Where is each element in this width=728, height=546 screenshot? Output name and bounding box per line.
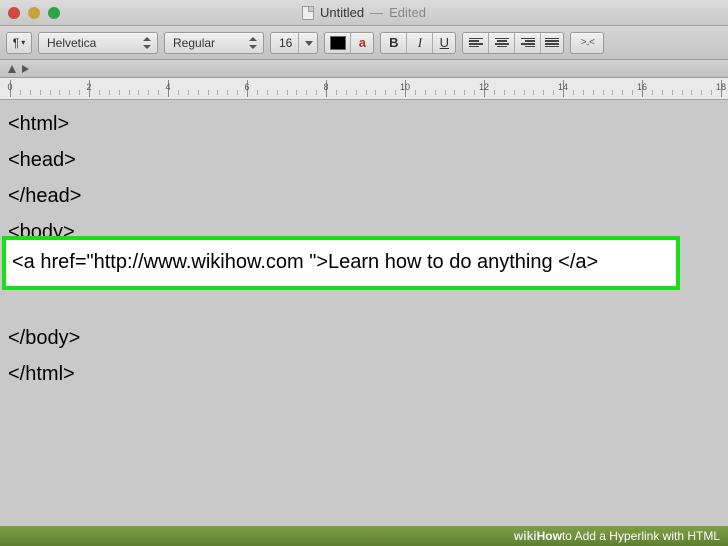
minimize-icon[interactable] [28,7,40,19]
align-right-icon [521,38,535,48]
tab-stop-row[interactable] [0,60,728,78]
highlight-color-button[interactable]: a [351,33,373,53]
align-left-button[interactable] [463,33,489,53]
ruler-label: 8 [323,82,328,92]
align-center-button[interactable] [489,33,515,53]
code-line: </html> [6,356,722,392]
color-swatch-icon [330,36,346,50]
paragraph-style-button[interactable]: ¶ ▾ [6,32,32,54]
stepper-icon [249,39,257,47]
toolbar: ¶ ▾ Helvetica Regular 16 a B I U [0,26,728,60]
text-color-icon: a [359,35,366,50]
ruler-label: 18 [716,82,726,92]
code-line: <html> [6,106,722,142]
font-size-field[interactable]: 16 [270,32,318,54]
document-status: Edited [389,5,426,20]
ruler-ticks: 0 2 4 6 8 10 12 14 16 18 [6,78,728,99]
stepper-icon [143,39,151,47]
window-title: Untitled — Edited [302,5,426,20]
ruler-label: 4 [165,82,170,92]
align-justify-icon [545,38,559,48]
document-status-sep: — [370,5,383,20]
code-line: <head> [6,142,722,178]
font-family-value: Helvetica [47,36,96,50]
text-editor[interactable]: <html> <head> </head> <body> <a href="ht… [0,100,728,526]
align-left-icon [469,38,483,48]
ruler-label: 16 [637,82,647,92]
ruler-label: 12 [479,82,489,92]
ruler-label: 6 [244,82,249,92]
align-right-button[interactable] [515,33,541,53]
align-group [462,32,564,54]
font-weight-select[interactable]: Regular [164,32,264,54]
font-weight-value: Regular [173,36,215,50]
caption-text: to Add a Hyperlink with HTML [562,529,720,543]
indent-marker-icon[interactable] [8,65,16,73]
highlighted-line: <a href="http://www.wikihow.com ">Learn … [2,236,680,290]
chevron-down-icon: ▾ [21,38,25,47]
style-group: B I U [380,32,456,54]
document-icon [302,6,314,20]
italic-button[interactable]: I [407,33,433,53]
bold-button[interactable]: B [381,33,407,53]
ruler-label: 14 [558,82,568,92]
document-name: Untitled [320,5,364,20]
zoom-icon[interactable] [48,7,60,19]
overflow-icon: >..< [581,37,594,48]
align-center-icon [495,38,509,48]
text-color-button[interactable] [325,33,351,53]
chevron-down-icon [305,39,313,47]
code-line: </body> [6,320,722,356]
brand-label: wikiHow [514,529,562,543]
font-size-value: 16 [279,36,292,50]
ruler[interactable]: 0 2 4 6 8 10 12 14 16 18 [0,78,728,100]
ruler-label: 2 [86,82,91,92]
close-icon[interactable] [8,7,20,19]
font-family-select[interactable]: Helvetica [38,32,158,54]
code-line: </head> [6,178,722,214]
paragraph-icon: ¶ [13,36,19,50]
code-line: <a href="http://www.wikihow.com ">Learn … [10,246,672,278]
caption-bar: wikiHow to Add a Hyperlink with HTML [0,526,728,546]
align-justify-button[interactable] [541,33,563,53]
color-group: a [324,32,374,54]
play-marker-icon[interactable] [22,65,29,73]
window-controls [8,7,60,19]
titlebar: Untitled — Edited [0,0,728,26]
app-window: Untitled — Edited ¶ ▾ Helvetica Regular … [0,0,728,546]
toolbar-overflow-button[interactable]: >..< [570,32,604,54]
ruler-label: 0 [7,82,12,92]
underline-button[interactable]: U [433,33,455,53]
ruler-label: 10 [400,82,410,92]
